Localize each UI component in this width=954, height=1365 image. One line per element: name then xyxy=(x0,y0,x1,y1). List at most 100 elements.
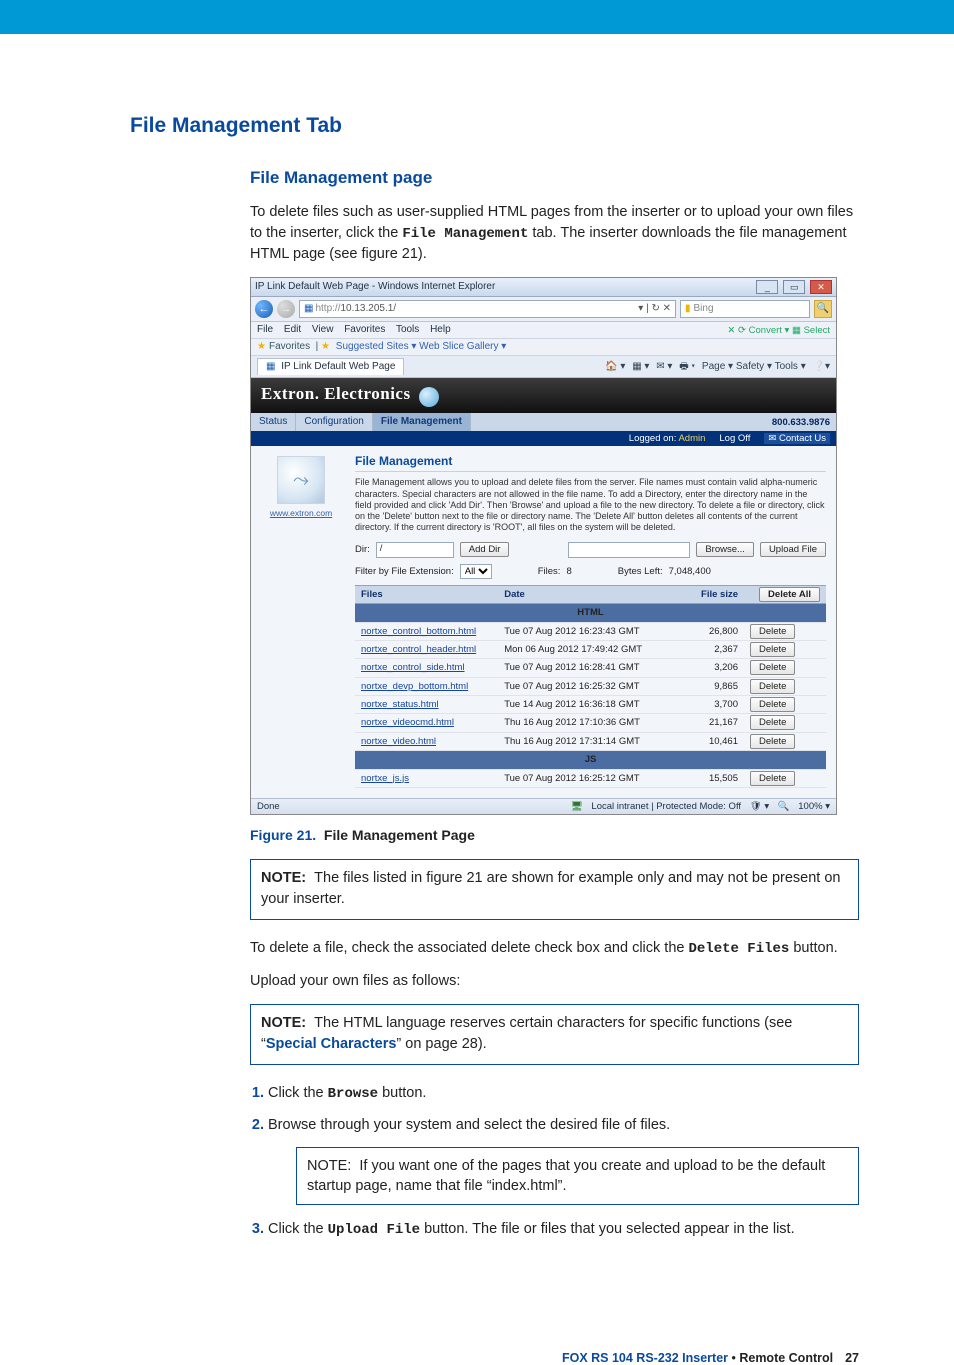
fm-dir-row: Dir: / Add Dir Browse... Upload File xyxy=(355,542,826,558)
nav-config[interactable]: Configuration xyxy=(296,413,372,431)
menu-help[interactable]: Help xyxy=(430,324,451,335)
logoff-link[interactable]: Log Off xyxy=(719,433,750,444)
upload-path-input[interactable] xyxy=(568,542,690,558)
convert-link[interactable]: Convert xyxy=(749,325,782,336)
col-size[interactable]: File size xyxy=(667,585,744,603)
figure-title: File Management Page xyxy=(324,827,475,843)
group-row: JS xyxy=(355,751,826,769)
fm-filter-row: Filter by File Extension: All Files: 8 B… xyxy=(355,564,826,579)
delete-button[interactable]: Delete xyxy=(750,771,795,786)
extron-header: Extron. Electronics xyxy=(251,378,836,412)
filter-select[interactable]: All xyxy=(460,564,492,579)
upload-file-button[interactable]: Upload File xyxy=(760,542,826,557)
section-block: File Management page To delete files suc… xyxy=(250,168,859,1241)
delete-button[interactable]: Delete xyxy=(750,679,795,694)
note1-text: The files listed in figure 21 are shown … xyxy=(261,870,841,906)
star-icon[interactable]: ★ xyxy=(257,341,266,352)
bytes-label: Bytes Left: xyxy=(618,566,663,577)
footer-product: FOX RS 104 RS-232 Inserter xyxy=(562,1351,728,1365)
delete-button[interactable]: Delete xyxy=(750,660,795,675)
note1-label: NOTE: xyxy=(261,870,306,886)
file-link[interactable]: nortxe_js.js xyxy=(361,773,409,784)
delete-button[interactable]: Delete xyxy=(750,624,795,639)
globe-icon xyxy=(419,387,439,407)
table-row: nortxe_devp_bottom.htmlTue 07 Aug 2012 1… xyxy=(355,677,826,695)
extron-logo-icon: ⤳ xyxy=(277,456,325,504)
home-icon[interactable]: 🏠 ▾ xyxy=(605,361,625,372)
s2note-label: NOTE: xyxy=(307,1158,351,1174)
file-date: Tue 07 Aug 2012 16:25:12 GMT xyxy=(498,769,667,787)
note-box-1: NOTE: The files listed in figure 21 are … xyxy=(250,859,859,920)
file-size: 3,700 xyxy=(667,696,744,714)
file-date: Tue 07 Aug 2012 16:23:43 GMT xyxy=(498,622,667,640)
zone-icon: 🖥 xyxy=(571,801,583,812)
search-box[interactable]: ▮ Bing xyxy=(680,300,810,318)
col-date[interactable]: Date xyxy=(498,585,667,603)
file-link[interactable]: nortxe_videocmd.html xyxy=(361,717,454,728)
file-link[interactable]: nortxe_control_bottom.html xyxy=(361,626,476,637)
maximize-button[interactable]: ▭ xyxy=(783,280,805,294)
fav-items[interactable]: Suggested Sites ▾ Web Slice Gallery ▾ xyxy=(336,341,507,352)
mail-icon[interactable]: ✉ ▾ xyxy=(656,361,672,372)
delete-all-button[interactable]: Delete All xyxy=(759,587,820,602)
zoom-value: 100% xyxy=(798,801,822,812)
tab-tools: 🏠 ▾ ▦ ▾ ✉ ▾ 🖶 ▾ Page ▾ Safety ▾ Tools ▾ … xyxy=(601,361,830,373)
file-link[interactable]: nortxe_control_side.html xyxy=(361,662,465,673)
file-date: Thu 16 Aug 2012 17:10:36 GMT xyxy=(498,714,667,732)
file-size: 9,865 xyxy=(667,677,744,695)
delete-button[interactable]: Delete xyxy=(750,642,795,657)
delete-button[interactable]: Delete xyxy=(750,715,795,730)
forward-button[interactable]: → xyxy=(277,300,295,318)
delete-button[interactable]: Delete xyxy=(750,697,795,712)
print-icon[interactable]: 🖶 ▾ xyxy=(679,361,695,372)
file-link[interactable]: nortxe_video.html xyxy=(361,736,436,747)
files-label: Files: xyxy=(538,566,561,577)
file-size: 3,206 xyxy=(667,659,744,677)
fav-label[interactable]: Favorites xyxy=(269,341,310,352)
contact-link[interactable]: ✉ Contact Us xyxy=(764,433,830,444)
back-button[interactable]: ← xyxy=(255,300,273,318)
del-b: Delete Files xyxy=(688,941,789,957)
menu-file[interactable]: File xyxy=(257,324,273,335)
content-area: File Management Tab File Management page… xyxy=(0,34,954,1291)
feed-icon[interactable]: ▦ ▾ xyxy=(632,361,649,372)
special-chars-link[interactable]: Special Characters xyxy=(266,1036,397,1052)
file-link[interactable]: nortxe_control_header.html xyxy=(361,644,476,655)
fm-body: ⤳ www.extron.com File Management File Ma… xyxy=(251,446,836,798)
file-link[interactable]: nortxe_devp_bottom.html xyxy=(361,681,468,692)
table-row: nortxe_control_side.htmlTue 07 Aug 2012 … xyxy=(355,659,826,677)
menu-tools[interactable]: Tools xyxy=(396,324,419,335)
menu-view[interactable]: View xyxy=(312,324,334,335)
close-button[interactable]: ✕ xyxy=(810,280,832,294)
menu-left: File Edit View Favorites Tools Help xyxy=(257,324,459,336)
search-button[interactable]: 🔍 xyxy=(814,300,832,318)
delete-button[interactable]: Delete xyxy=(750,734,795,749)
add-dir-button[interactable]: Add Dir xyxy=(460,542,510,557)
protected-icon[interactable]: 🛡 ▾ xyxy=(750,801,769,812)
browser-window: IP Link Default Web Page - Windows Inter… xyxy=(250,277,837,815)
zoom-icon[interactable]: 🔍 100% ▾ xyxy=(778,801,830,812)
minimize-button[interactable]: _ xyxy=(756,280,778,294)
page-menu[interactable]: Page ▾ Safety ▾ Tools ▾ xyxy=(702,361,806,372)
step-2-note: NOTE: If you want one of the pages that … xyxy=(296,1147,859,1206)
nav-file-mgmt[interactable]: File Management xyxy=(373,413,471,431)
extron-url[interactable]: www.extron.com xyxy=(251,508,351,518)
menu-edit[interactable]: Edit xyxy=(284,324,301,335)
col-files[interactable]: Files xyxy=(355,585,498,603)
browse-button[interactable]: Browse... xyxy=(696,542,754,557)
footer-page: 27 xyxy=(845,1351,859,1365)
status-zone: Local intranet | Protected Mode: Off xyxy=(591,801,741,812)
menu-favorites[interactable]: Favorites xyxy=(344,324,385,335)
help-icon[interactable]: ❔▾ xyxy=(813,361,830,372)
file-link[interactable]: nortxe_status.html xyxy=(361,699,439,710)
nav-status[interactable]: Status xyxy=(251,413,296,431)
dir-input[interactable]: / xyxy=(376,542,454,558)
addr-arrows[interactable]: ▾ | ↻ ✕ xyxy=(638,303,671,315)
s3b: Upload File xyxy=(328,1222,420,1238)
browser-tab[interactable]: ▦ IP Link Default Web Page xyxy=(257,358,404,375)
select-link[interactable]: Select xyxy=(804,325,830,336)
s1a: Click the xyxy=(268,1085,328,1101)
address-bar[interactable]: ▦ http://10.13.205.1/ ▾ | ↻ ✕ xyxy=(299,300,676,318)
convert-icon: ⟳ xyxy=(738,325,746,336)
file-size: 2,367 xyxy=(667,640,744,658)
